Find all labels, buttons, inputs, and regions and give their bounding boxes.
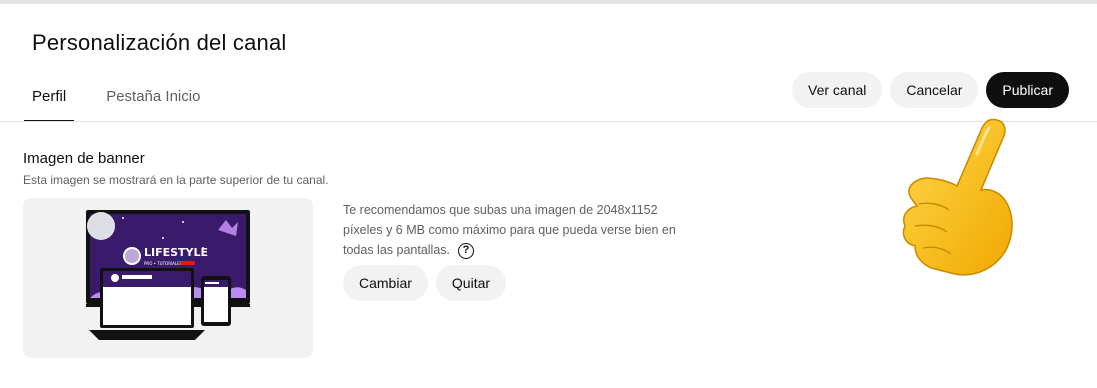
banner-recommendation: Te recomendamos que subas una imagen de … <box>343 200 683 260</box>
tab-pestana-inicio[interactable]: Pestaña Inicio <box>98 76 208 122</box>
banner-red-pill <box>181 261 195 265</box>
banner-section-description: Esta imagen se mostrará en la parte supe… <box>23 173 329 187</box>
banner-devices-illustration: LIFESTYLE PRO • TUTORIALES <box>86 210 250 340</box>
header-actions: Ver canal Cancelar Publicar <box>792 72 1069 108</box>
page-title: Personalización del canal <box>32 30 287 55</box>
top-divider <box>0 0 1097 4</box>
banner-title-text: LIFESTYLE <box>144 246 208 259</box>
laptop-screen-body <box>103 287 191 325</box>
publish-button[interactable]: Publicar <box>986 72 1069 108</box>
banner-subtitle-text: PRO • TUTORIALES <box>144 261 183 266</box>
view-channel-button[interactable]: Ver canal <box>792 72 883 108</box>
cancel-button[interactable]: Cancelar <box>890 72 979 108</box>
change-banner-button[interactable]: Cambiar <box>343 265 428 301</box>
banner-buttons: Cambiar Quitar <box>343 265 507 301</box>
banner-section-title: Imagen de banner <box>23 150 145 167</box>
remove-banner-button[interactable]: Quitar <box>435 265 507 301</box>
tab-bar: Perfil Pestaña Inicio <box>24 76 232 122</box>
question-circle-icon[interactable]: ? <box>458 242 475 259</box>
tab-perfil[interactable]: Perfil <box>24 76 75 122</box>
banner-preview: LIFESTYLE PRO • TUTORIALES <box>23 198 313 358</box>
phone-screen <box>204 287 228 322</box>
banner-recommendation-text: Te recomendamos que subas una imagen de … <box>343 203 676 257</box>
laptop-base <box>89 330 205 340</box>
pointing-hand-icon <box>885 108 1025 298</box>
